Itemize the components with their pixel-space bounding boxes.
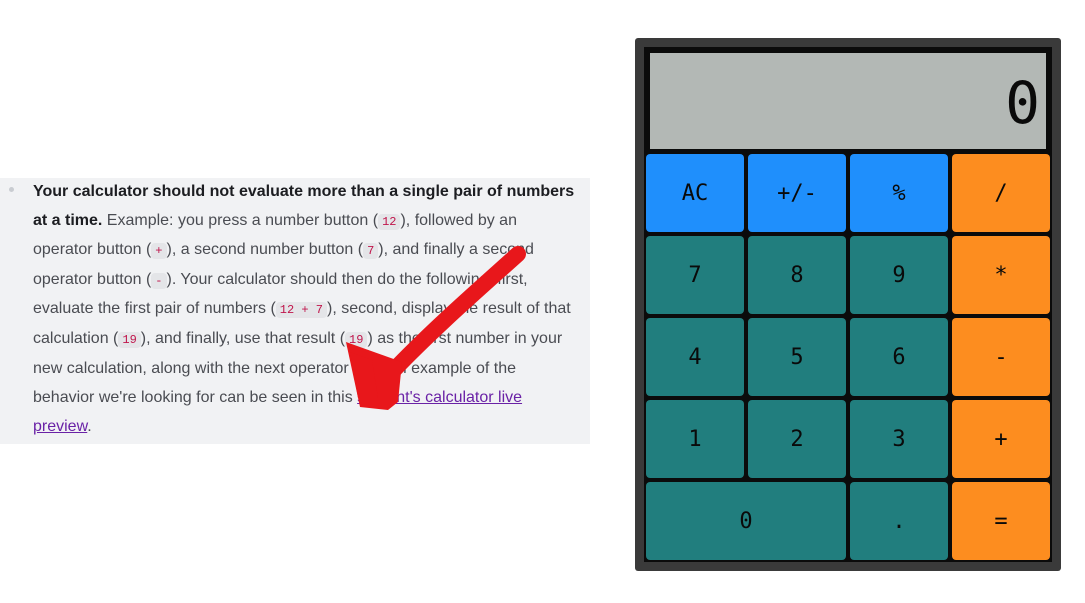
inline-code: 19 [345, 331, 368, 348]
digit-3-button[interactable]: 3 [850, 400, 948, 478]
digit-5-button[interactable]: 5 [748, 318, 846, 396]
bullet-icon [9, 187, 14, 192]
inline-code: - [151, 272, 167, 289]
add-button[interactable]: + [952, 400, 1050, 478]
ac-button[interactable]: AC [646, 154, 744, 232]
divide-button[interactable]: / [952, 154, 1050, 232]
digit-9-button[interactable]: 9 [850, 236, 948, 314]
percent-button[interactable]: % [850, 154, 948, 232]
inline-code: 12 [378, 213, 401, 230]
instruction-text-part: ), and finally, use that result ( [140, 329, 346, 347]
digit-7-button[interactable]: 7 [646, 236, 744, 314]
digit-4-button[interactable]: 4 [646, 318, 744, 396]
instruction-text-part: . [87, 417, 92, 435]
sign-toggle-button[interactable]: +/- [748, 154, 846, 232]
inline-code: 7 [363, 243, 379, 260]
instruction-text-part: ), a second number button ( [166, 241, 364, 259]
multiply-button[interactable]: * [952, 236, 1050, 314]
display-value: 0 [1005, 69, 1040, 137]
digit-6-button[interactable]: 6 [850, 318, 948, 396]
digit-0-button[interactable]: 0 [646, 482, 846, 560]
digit-2-button[interactable]: 2 [748, 400, 846, 478]
inline-code: 12 + 7 [275, 302, 327, 319]
inline-code: - [358, 361, 374, 378]
calculator: 0 AC +/- % / 7 8 9 * 4 5 6 - 1 2 3 + 0 .… [635, 38, 1061, 571]
inline-code: 19 [118, 331, 141, 348]
inline-code: + [151, 243, 167, 260]
digit-1-button[interactable]: 1 [646, 400, 744, 478]
subtract-button[interactable]: - [952, 318, 1050, 396]
equals-button[interactable]: = [952, 482, 1050, 560]
instruction-panel: Your calculator should not evaluate more… [0, 178, 590, 444]
decimal-button[interactable]: . [850, 482, 948, 560]
instruction-text-part: Example: you press a number button ( [102, 211, 379, 229]
calculator-body: 0 AC +/- % / 7 8 9 * 4 5 6 - 1 2 3 + 0 .… [644, 47, 1052, 562]
instruction-text: Your calculator should not evaluate more… [33, 178, 578, 441]
calculator-display: 0 [650, 53, 1046, 149]
digit-8-button[interactable]: 8 [748, 236, 846, 314]
